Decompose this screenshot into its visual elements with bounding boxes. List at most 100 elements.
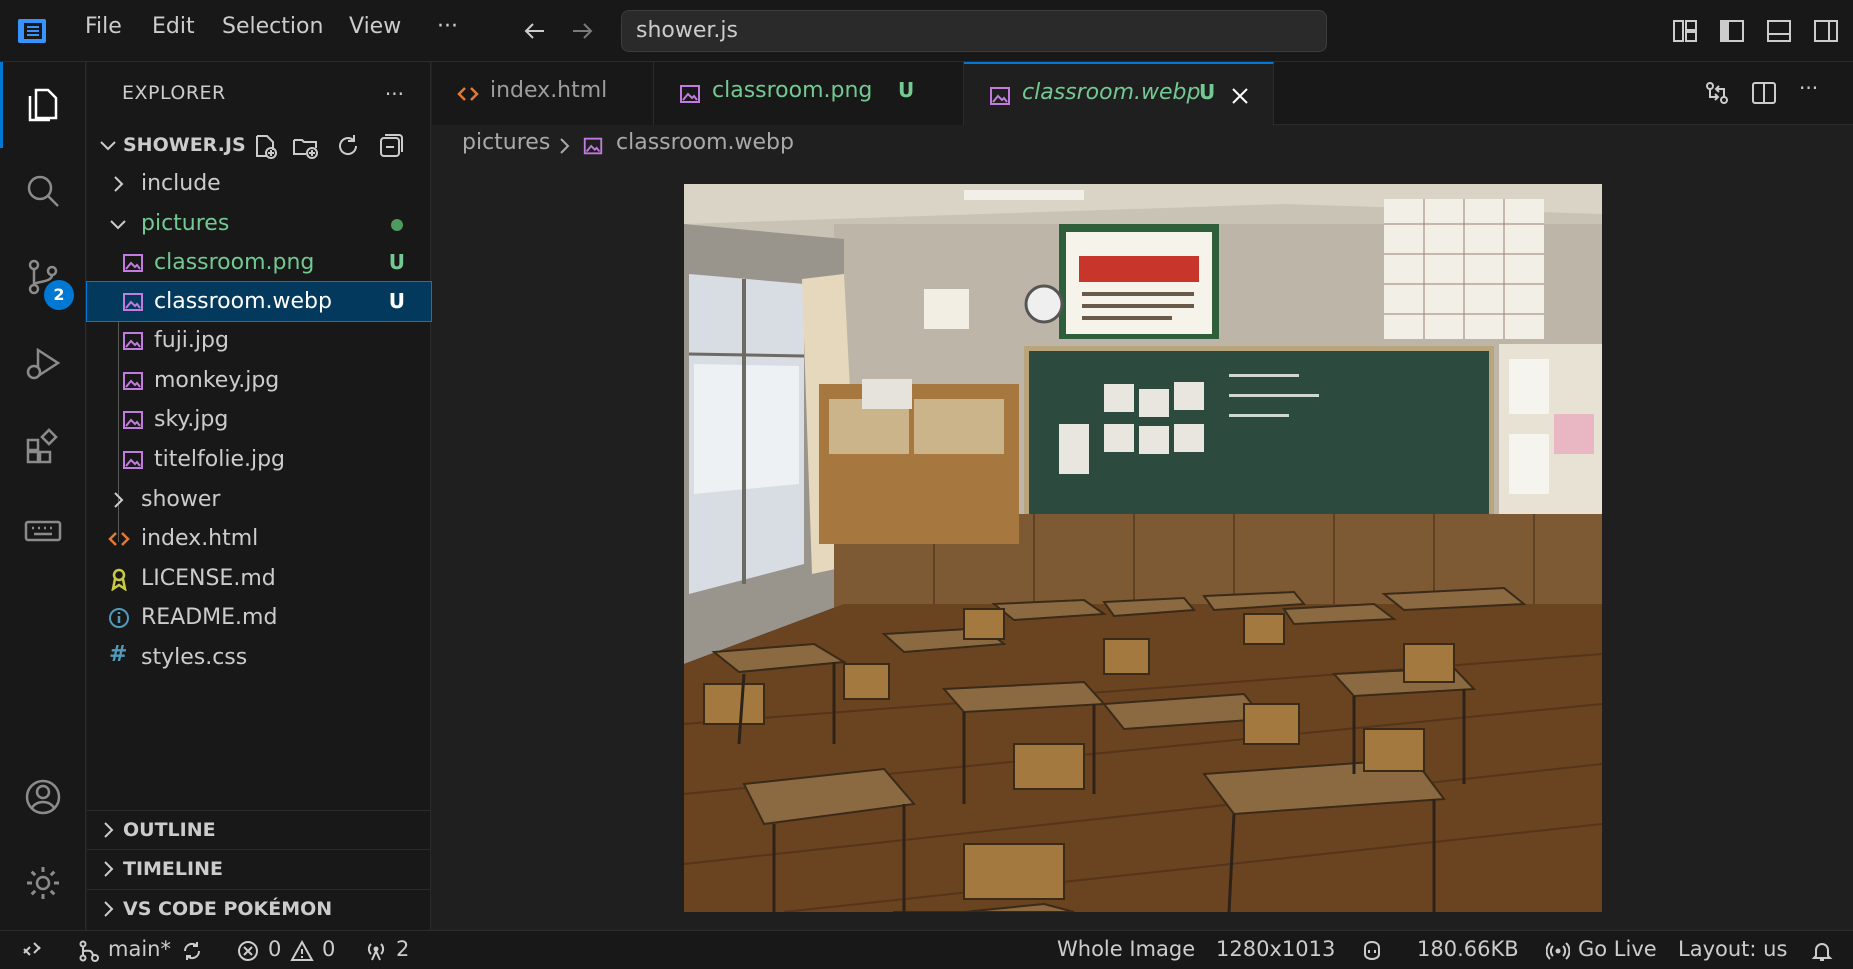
search-icon[interactable] [22,170,64,212]
chevron-right-icon [104,901,114,917]
tree-file-sky[interactable]: sky.jpg [87,400,431,439]
new-file-icon[interactable] [251,132,279,160]
explorer-more-button[interactable]: ··· [385,82,404,106]
tab-classroom-webp[interactable]: classroom.webp U [964,62,1274,126]
accounts-icon[interactable] [22,776,64,818]
collapse-all-icon[interactable] [377,132,405,160]
keyboard-layout[interactable]: Layout: us [1678,937,1787,961]
go-live-button[interactable]: Go Live [1578,937,1657,961]
tree-file-classroom-png[interactable]: classroom.png U [87,243,431,282]
chevron-right-icon [560,138,570,154]
chevron-down-icon [110,220,126,230]
git-branch-name[interactable]: main* [108,937,171,961]
tree-file-classroom-webp[interactable]: classroom.webp U [86,281,432,322]
tree-file-fuji[interactable]: fuji.jpg [87,321,431,360]
chevron-right-icon [114,492,124,508]
menu-more[interactable]: ··· [437,14,458,39]
tab-classroom-png[interactable]: classroom.png U [654,62,964,125]
workspace-header[interactable]: SHOWER.JS [87,126,431,164]
image-file-icon [123,332,143,350]
tree-file-styles-css[interactable]: # styles.css [87,638,431,677]
editor-tabs: index.html classroom.png U classroom.web… [432,62,1853,126]
close-icon[interactable] [1228,84,1252,108]
tree-file-monkey[interactable]: monkey.jpg [87,361,431,400]
keyboard-icon[interactable] [22,510,64,552]
tree-folder-include[interactable]: include [87,164,431,203]
image-file-icon [583,137,603,155]
notifications-bell-icon[interactable] [1810,939,1834,963]
image-zoom[interactable]: Whole Image [1057,937,1195,961]
modified-dot [391,219,403,231]
license-ribbon-icon [111,568,127,591]
error-icon[interactable] [236,939,260,963]
command-center[interactable]: shower.js [621,10,1327,52]
pokemon-section-header[interactable]: VS CODE POKÉMON [87,890,431,928]
forward-arrow-icon[interactable] [567,16,597,46]
tab-label: index.html [490,78,608,103]
back-arrow-icon[interactable] [520,16,550,46]
tab-label: classroom.webp [1022,80,1201,105]
remote-indicator-icon[interactable] [20,939,44,963]
classroom-image-preview[interactable] [684,184,1602,912]
tree-folder-shower[interactable]: shower [87,480,431,519]
info-icon [109,608,129,628]
title-bar: File Edit Selection View ··· shower.js [0,0,1853,62]
warning-count[interactable]: 0 [322,937,335,961]
menu-edit[interactable]: Edit [152,14,195,39]
image-dimensions: 1280x1013 [1216,937,1336,961]
ports-broadcast-icon[interactable] [364,939,388,963]
outline-section-header[interactable]: OUTLINE [87,811,431,849]
toggle-primary-sidebar-icon[interactable] [1717,16,1747,46]
toggle-secondary-sidebar-icon[interactable] [1811,16,1841,46]
tree-file-index-html[interactable]: index.html [87,519,431,558]
git-branch-icon[interactable] [77,939,101,963]
menu-selection[interactable]: Selection [222,14,323,39]
sync-icon[interactable] [180,939,204,963]
workspace-name: SHOWER.JS [123,134,246,156]
split-editor-icon[interactable] [1749,78,1779,108]
tree-item-label: sky.jpg [154,407,229,432]
image-filesize: 180.66KB [1417,937,1519,961]
compare-changes-icon[interactable] [1702,78,1732,108]
outline-label: OUTLINE [123,819,216,841]
breadcrumb-folder[interactable]: pictures [462,130,550,155]
tab-label: classroom.png [712,78,873,103]
tree-item-label: shower [141,487,221,512]
tree-file-readme[interactable]: README.md [87,598,431,637]
chevron-right-icon [104,822,114,838]
go-live-broadcast-icon[interactable] [1546,939,1570,963]
warning-icon[interactable] [290,939,314,963]
tree-item-label: README.md [141,605,278,630]
tree-folder-pictures[interactable]: pictures [87,204,431,243]
ports-count[interactable]: 2 [396,937,409,961]
image-file-icon [123,293,143,311]
image-file-icon [123,451,143,469]
tree-file-titelfolie[interactable]: titelfolie.jpg [87,440,431,479]
explorer-files-icon[interactable] [22,84,64,126]
run-debug-icon[interactable] [22,342,64,384]
tree-item-label: LICENSE.md [141,566,276,591]
toggle-panel-icon[interactable] [1764,16,1794,46]
settings-gear-icon[interactable] [22,862,64,904]
copilot-icon[interactable] [1360,939,1384,963]
menu-file[interactable]: File [85,14,122,39]
error-count[interactable]: 0 [268,937,281,961]
tree-item-label: monkey.jpg [154,368,280,393]
image-file-icon [123,411,143,429]
timeline-section-header[interactable]: TIMELINE [87,850,431,888]
command-center-text: shower.js [636,18,738,43]
menu-view[interactable]: View [349,14,401,39]
image-file-icon [123,254,143,272]
explorer-title: EXPLORER [122,82,226,104]
customize-layout-icon[interactable] [1670,16,1700,46]
breadcrumb-file[interactable]: classroom.webp [616,130,794,155]
scm-badge: 2 [44,280,74,310]
tab-index-html[interactable]: index.html [432,62,654,125]
refresh-icon[interactable] [334,132,362,160]
extensions-icon[interactable] [22,426,64,468]
tree-item-label: include [141,171,221,196]
pokemon-label: VS CODE POKÉMON [123,898,333,920]
tree-file-license[interactable]: LICENSE.md [87,559,431,598]
new-folder-icon[interactable] [291,132,319,160]
editor-more-actions[interactable]: ··· [1799,76,1818,100]
